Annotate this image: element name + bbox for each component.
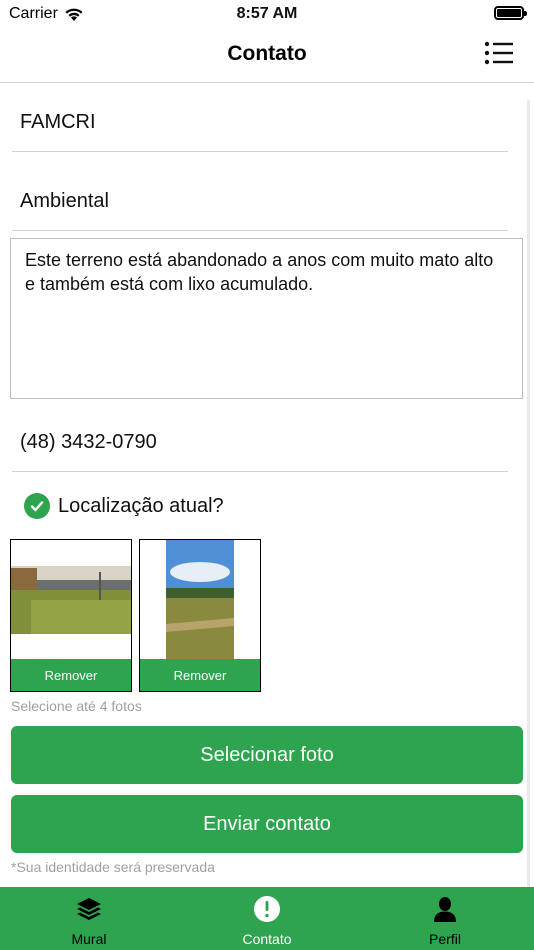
list-icon[interactable] <box>484 40 514 66</box>
scroll-indicator <box>527 100 530 890</box>
tab-mural[interactable]: Mural <box>0 887 178 950</box>
organization-field[interactable]: FAMCRI <box>12 82 508 152</box>
photo-limit-hint: Selecione até 4 fotos <box>11 698 142 714</box>
tab-contato[interactable]: Contato <box>178 887 356 950</box>
location-checkbox-row[interactable]: Localização atual? <box>24 492 224 520</box>
tab-label: Mural <box>71 931 107 947</box>
message-textarea[interactable]: Este terreno está abandonado a anos com … <box>10 238 523 399</box>
alert-icon <box>252 894 282 924</box>
remove-photo-button[interactable]: Remover <box>11 659 131 691</box>
status-bar: Carrier 8:57 AM <box>0 0 534 30</box>
person-icon <box>430 894 460 924</box>
category-value: Ambiental <box>20 190 109 212</box>
select-photo-button[interactable]: Selecionar foto <box>11 726 523 784</box>
location-label: Localização atual? <box>58 494 224 517</box>
privacy-note: *Sua identidade será preservada <box>11 859 215 875</box>
photo-card: Remover <box>139 539 261 692</box>
phone-field[interactable]: (48) 3432-0790 <box>12 402 508 472</box>
tab-bar: Mural Contato Perfil <box>0 887 534 950</box>
photo-thumbnail <box>11 540 131 660</box>
status-time: 8:57 AM <box>236 5 298 22</box>
battery-icon <box>494 6 527 20</box>
layers-icon <box>74 894 104 924</box>
remove-photo-button[interactable]: Remover <box>140 659 260 691</box>
category-field[interactable]: Ambiental <box>12 161 508 231</box>
photo-card: Remover <box>10 539 132 692</box>
tab-label: Perfil <box>429 931 461 947</box>
phone-value: (48) 3432-0790 <box>20 431 157 453</box>
organization-value: FAMCRI <box>20 111 96 133</box>
send-contact-button[interactable]: Enviar contato <box>11 795 523 853</box>
photo-thumbnail <box>140 540 260 660</box>
page-title: Contato <box>227 42 307 65</box>
navigation-bar: Contato <box>0 30 534 83</box>
tab-label: Contato <box>242 931 292 947</box>
tab-perfil[interactable]: Perfil <box>356 887 534 950</box>
checkmark-icon[interactable] <box>24 493 50 519</box>
